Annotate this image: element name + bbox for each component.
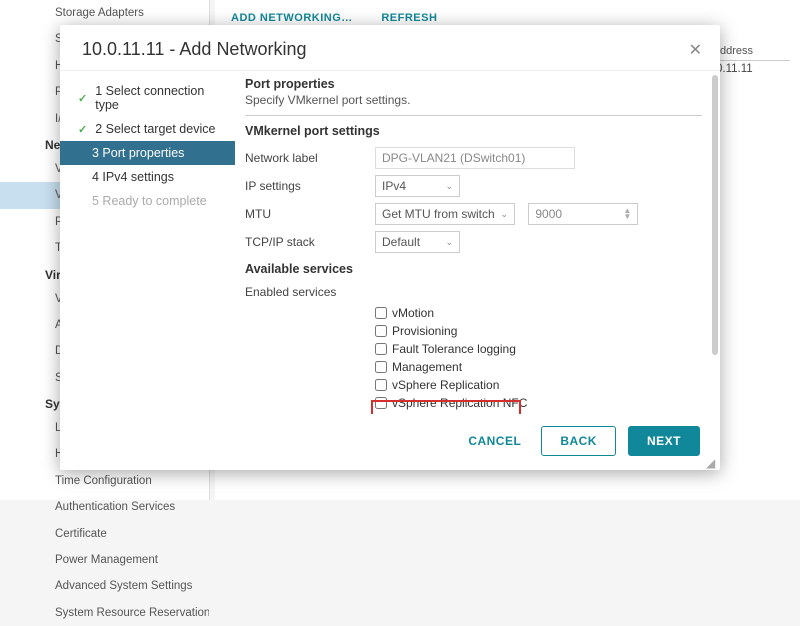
service-checkbox[interactable]: [375, 343, 387, 355]
ip-settings-value: IPv4: [382, 179, 406, 193]
service-row: vSphere Replication: [245, 376, 702, 394]
sidebar-item[interactable]: Power Management: [0, 547, 209, 573]
enabled-services-label: Enabled services: [245, 285, 375, 299]
service-row: Management: [245, 358, 702, 376]
add-networking-dialog: 10.0.11.11 - Add Networking ✕ 1 Select c…: [60, 25, 720, 470]
service-label: vSphere Replication NFC: [392, 396, 527, 410]
add-networking-link[interactable]: ADD NETWORKING…: [231, 12, 353, 24]
network-label-label: Network label: [245, 151, 375, 165]
cancel-button[interactable]: CANCEL: [460, 428, 529, 454]
mtu-label: MTU: [245, 207, 375, 221]
content-heading: Port properties: [245, 77, 702, 91]
resize-handle-icon[interactable]: ◢: [706, 456, 716, 466]
ip-settings-select[interactable]: IPv4 ⌄: [375, 175, 460, 197]
wizard-step[interactable]: 1 Select connection type: [60, 79, 235, 117]
ip-settings-label: IP settings: [245, 179, 375, 193]
wizard-step-nav: 1 Select connection type2 Select target …: [60, 71, 235, 414]
service-checkbox[interactable]: [375, 397, 387, 409]
sidebar-item[interactable]: Time Configuration: [0, 468, 209, 494]
service-label: vMotion: [392, 306, 434, 320]
tcpip-select[interactable]: Default ⌄: [375, 231, 460, 253]
service-label: Management: [392, 360, 462, 374]
scrollbar-thumb[interactable]: [712, 75, 718, 355]
wizard-step[interactable]: 2 Select target device: [60, 117, 235, 141]
next-button[interactable]: NEXT: [628, 426, 700, 456]
close-icon[interactable]: ✕: [689, 40, 702, 60]
mtu-mode-value: Get MTU from switch: [382, 207, 495, 221]
services-list: vMotion Provisioning Fault Tolerance loggi…: [245, 304, 702, 414]
service-label: vSphere Replication: [392, 378, 499, 392]
chevron-down-icon: ⌄: [500, 209, 508, 220]
sidebar-item[interactable]: Certificate: [0, 521, 209, 547]
service-checkbox[interactable]: [375, 325, 387, 337]
content-subheading: Specify VMkernel port settings.: [245, 93, 702, 107]
sidebar-item[interactable]: Storage Adapters: [0, 0, 209, 26]
tcpip-value: Default: [382, 235, 420, 249]
network-label-field: DPG-VLAN21 (DSwitch01): [375, 147, 575, 169]
wizard-step: 3 Port properties: [60, 141, 235, 165]
service-checkbox[interactable]: [375, 307, 387, 319]
service-row: Provisioning: [245, 322, 702, 340]
service-row: vSAN: [245, 412, 702, 414]
sidebar-item[interactable]: System Resource Reservation: [0, 600, 209, 626]
service-row: vMotion: [245, 304, 702, 322]
mtu-value-input[interactable]: 9000 ▲▼: [528, 203, 638, 225]
service-row: Fault Tolerance logging: [245, 340, 702, 358]
wizard-step: 5 Ready to complete: [60, 189, 235, 213]
dialog-title: 10.0.11.11 - Add Networking: [82, 39, 306, 60]
content-scrollbar[interactable]: [712, 75, 718, 385]
chevron-down-icon: ⌄: [445, 237, 453, 248]
wizard-step[interactable]: 4 IPv4 settings: [60, 165, 235, 189]
stepper-icon[interactable]: ▲▼: [623, 208, 631, 219]
refresh-link[interactable]: REFRESH: [381, 12, 437, 24]
sidebar-item[interactable]: Advanced System Settings: [0, 573, 209, 599]
chevron-down-icon: ⌄: [445, 181, 453, 192]
tcpip-label: TCP/IP stack: [245, 235, 375, 249]
available-services-header: Available services: [245, 262, 702, 276]
service-label: Provisioning: [392, 324, 457, 338]
sidebar-item[interactable]: Authentication Services: [0, 494, 209, 520]
service-checkbox[interactable]: [375, 379, 387, 391]
mtu-value: 9000: [535, 207, 562, 221]
service-checkbox[interactable]: [375, 361, 387, 373]
service-row: vSphere Replication NFC: [245, 394, 702, 412]
back-button[interactable]: BACK: [541, 426, 616, 456]
wizard-content: Port properties Specify VMkernel port se…: [235, 71, 720, 414]
vmkernel-section-header: VMkernel port settings: [245, 124, 702, 138]
mtu-mode-select[interactable]: Get MTU from switch ⌄: [375, 203, 515, 225]
service-label: Fault Tolerance logging: [392, 342, 516, 356]
